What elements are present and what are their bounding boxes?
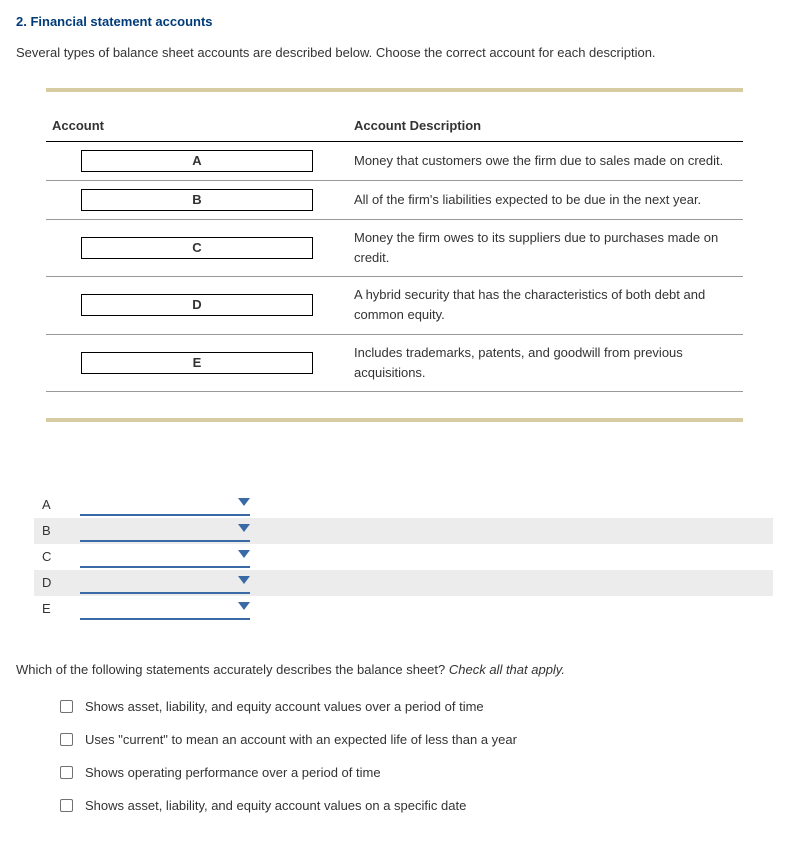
slot-c: C — [81, 237, 313, 259]
chevron-down-icon — [238, 576, 250, 584]
chevron-down-icon — [238, 498, 250, 506]
checkbox-row: Shows asset, liability, and equity accou… — [60, 798, 773, 813]
table-row: D A hybrid security that has the charact… — [46, 277, 743, 334]
desc-b: All of the firm's liabilities expected t… — [348, 181, 743, 220]
dropdown-a[interactable] — [80, 494, 250, 516]
desc-e: Includes trademarks, patents, and goodwi… — [348, 334, 743, 391]
divider-bottom — [46, 418, 743, 422]
answer-row-e: E — [34, 596, 773, 622]
accounts-table: Account Account Description A Money that… — [46, 114, 743, 392]
checkbox-4[interactable] — [60, 799, 73, 812]
slot-a: A — [81, 150, 313, 172]
rule-block: Account Account Description A Money that… — [46, 88, 743, 422]
table-row: C Money the firm owes to its suppliers d… — [46, 220, 743, 277]
option-3-text: Shows operating performance over a perio… — [85, 765, 381, 780]
table-row: B All of the firm's liabilities expected… — [46, 181, 743, 220]
dropdown-e[interactable] — [80, 598, 250, 620]
col-header-account: Account — [46, 114, 348, 142]
question-2: Which of the following statements accura… — [16, 662, 773, 677]
checkbox-row: Shows asset, liability, and equity accou… — [60, 699, 773, 714]
chevron-down-icon — [238, 602, 250, 610]
answer-row-b: B — [34, 518, 773, 544]
answer-row-c: C — [34, 544, 773, 570]
checkbox-list: Shows asset, liability, and equity accou… — [60, 699, 773, 813]
slot-e: E — [81, 352, 313, 374]
answer-label: B — [34, 523, 80, 538]
answer-label: D — [34, 575, 80, 590]
answer-row-d: D — [34, 570, 773, 596]
option-1-text: Shows asset, liability, and equity accou… — [85, 699, 484, 714]
chevron-down-icon — [238, 550, 250, 558]
intro-text: Several types of balance sheet accounts … — [16, 45, 773, 60]
answer-row-a: A — [34, 492, 773, 518]
answer-label: E — [34, 601, 80, 616]
section-title: 2. Financial statement accounts — [16, 14, 773, 29]
question-2-instruction: Check all that apply. — [449, 662, 565, 677]
option-2-text: Uses "current" to mean an account with a… — [85, 732, 517, 747]
checkbox-row: Uses "current" to mean an account with a… — [60, 732, 773, 747]
chevron-down-icon — [238, 524, 250, 532]
question-2-text: Which of the following statements accura… — [16, 662, 449, 677]
table-row: A Money that customers owe the firm due … — [46, 142, 743, 181]
checkbox-3[interactable] — [60, 766, 73, 779]
dropdown-d[interactable] — [80, 572, 250, 594]
answer-label: A — [34, 497, 80, 512]
col-header-description: Account Description — [348, 114, 743, 142]
checkbox-1[interactable] — [60, 700, 73, 713]
checkbox-2[interactable] — [60, 733, 73, 746]
checkbox-row: Shows operating performance over a perio… — [60, 765, 773, 780]
answer-label: C — [34, 549, 80, 564]
table-row: E Includes trademarks, patents, and good… — [46, 334, 743, 391]
dropdown-b[interactable] — [80, 520, 250, 542]
option-4-text: Shows asset, liability, and equity accou… — [85, 798, 466, 813]
desc-a: Money that customers owe the firm due to… — [348, 142, 743, 181]
slot-b: B — [81, 189, 313, 211]
desc-d: A hybrid security that has the character… — [348, 277, 743, 334]
answers-list: A B C D E — [34, 492, 773, 622]
dropdown-c[interactable] — [80, 546, 250, 568]
slot-d: D — [81, 294, 313, 316]
divider-top — [46, 88, 743, 92]
desc-c: Money the firm owes to its suppliers due… — [348, 220, 743, 277]
